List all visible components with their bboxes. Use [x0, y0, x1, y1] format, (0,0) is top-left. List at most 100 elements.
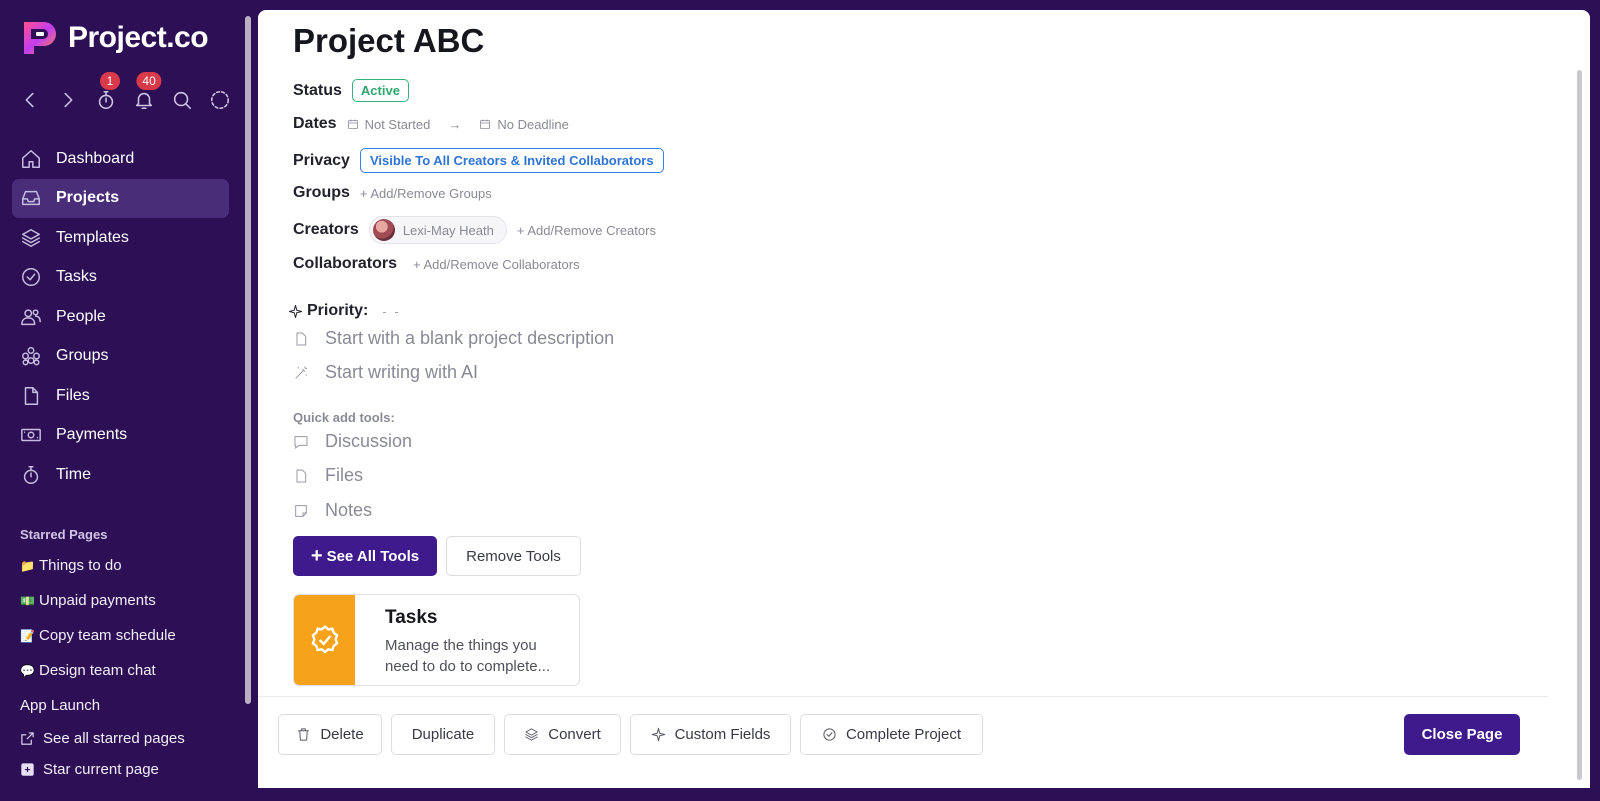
quick-tool-label: Files: [325, 465, 364, 485]
arrow-right-icon: →: [448, 116, 462, 132]
nav-item-label: Time: [56, 465, 91, 483]
quick-tool-discussion[interactable]: Discussion: [293, 431, 412, 452]
file-icon: [24, 386, 39, 405]
status-button[interactable]: [206, 86, 234, 114]
close-page-button[interactable]: Close Page: [1404, 714, 1520, 755]
collaborators-field: Collaborators + Add/Remove Collaborators: [293, 255, 580, 273]
sidebar-scrollbar[interactable]: [245, 16, 251, 704]
write-with-ai-option[interactable]: Start writing with AI: [293, 362, 478, 383]
external-link-icon: [21, 732, 34, 745]
add-remove-groups-link[interactable]: + Add/Remove Groups: [360, 186, 492, 201]
star-current-page-link[interactable]: Star current page: [20, 754, 240, 785]
priority-label: Priority:: [307, 302, 369, 319]
dates-label: Dates: [293, 115, 337, 132]
nav-item-tasks[interactable]: Tasks: [12, 258, 229, 298]
blank-description-label: Start with a blank project description: [325, 328, 615, 348]
nav-item-label: Templates: [56, 228, 129, 246]
stopwatch-icon: [98, 90, 114, 110]
layers-icon: [525, 728, 538, 741]
status-badge[interactable]: Active: [351, 79, 409, 102]
logo-icon: [24, 22, 56, 54]
nav-item-label: Dashboard: [56, 149, 135, 167]
add-remove-collaborators-link[interactable]: + Add/Remove Collaborators: [413, 257, 580, 272]
nav-item-label: Groups: [56, 347, 109, 365]
app-logo[interactable]: Project.co: [20, 18, 209, 58]
search-icon: [173, 91, 192, 110]
project-panel: Project ABC Status Active Dates Not Star…: [258, 10, 1590, 788]
note-icon: [295, 504, 307, 517]
see-all-starred-label: See all starred pages: [43, 730, 185, 747]
dashed-circle-icon: [210, 90, 230, 110]
starred-item[interactable]: 💬 Design team chat: [20, 653, 240, 688]
main-nav: Dashboard Projects Templates Tasks Peopl…: [12, 139, 229, 495]
main-scrollbar[interactable]: [1577, 70, 1582, 780]
memo-icon: 📝: [20, 628, 35, 643]
back-button[interactable]: [16, 86, 44, 114]
nav-item-templates[interactable]: Templates: [12, 218, 229, 258]
calendar-icon: [480, 119, 491, 129]
page-title[interactable]: Project ABC: [293, 22, 484, 60]
star-current-page-label: Star current page: [43, 761, 159, 778]
delete-label: Delete: [320, 726, 364, 743]
duplicate-button[interactable]: Duplicate: [391, 714, 495, 755]
notifications-badge: 40: [136, 72, 162, 90]
complete-project-button[interactable]: Complete Project: [800, 714, 983, 755]
blank-description-option[interactable]: Start with a blank project description: [293, 328, 614, 349]
starred-pages-title: Starred Pages: [20, 527, 108, 542]
priority-field[interactable]: Priority: - -: [288, 302, 401, 320]
nav-item-files[interactable]: Files: [12, 376, 229, 416]
magic-wand-icon: [295, 365, 307, 379]
see-all-tools-button[interactable]: + See All Tools: [293, 536, 437, 576]
see-all-tools-label: See All Tools: [326, 547, 420, 565]
status-label: Status: [293, 81, 342, 99]
tasks-tool-card[interactable]: Tasks Manage the things you need to do t…: [293, 594, 580, 686]
timer-button[interactable]: 1: [92, 72, 120, 114]
sidebar-toolbar: 1 40: [16, 72, 234, 114]
status-field: Status Active: [293, 79, 409, 102]
nav-item-label: Projects: [56, 189, 120, 207]
nav-item-label: Files: [56, 386, 90, 404]
check-badge-icon: [311, 625, 338, 654]
custom-fields-button[interactable]: Custom Fields: [630, 714, 791, 755]
tool-card-icon-area: [294, 595, 355, 685]
bell-icon: [135, 92, 153, 110]
nav-item-time[interactable]: Time: [12, 455, 229, 495]
collaborators-label: Collaborators: [293, 255, 398, 272]
forward-button[interactable]: [54, 86, 82, 114]
search-button[interactable]: [168, 86, 196, 114]
avatar: [372, 219, 395, 241]
start-date-picker[interactable]: Not Started: [347, 117, 430, 132]
priority-value: - -: [382, 303, 401, 319]
privacy-badge[interactable]: Visible To All Creators & Invited Collab…: [359, 148, 664, 173]
folder-icon: 📁: [20, 558, 35, 573]
notifications-button[interactable]: 40: [130, 72, 162, 114]
tool-card-description: Manage the things you need to do to comp…: [385, 637, 551, 675]
convert-button[interactable]: Convert: [504, 714, 621, 755]
quick-tool-notes[interactable]: Notes: [293, 500, 372, 521]
nav-item-payments[interactable]: Payments: [12, 416, 229, 456]
nav-item-label: Payments: [56, 426, 128, 444]
dates-field: Dates Not Started → No Deadline: [293, 115, 569, 133]
nav-item-groups[interactable]: Groups: [12, 337, 229, 377]
footer-divider: [258, 696, 1548, 697]
deadline-picker[interactable]: No Deadline: [479, 117, 569, 132]
calendar-icon: [347, 119, 358, 129]
creator-chip[interactable]: Lexi-May Heath: [368, 216, 507, 244]
starred-item[interactable]: 💵 Unpaid payments: [20, 583, 240, 618]
starred-item[interactable]: App Launch: [20, 688, 240, 723]
remove-tools-button[interactable]: Remove Tools: [446, 536, 581, 576]
quick-tool-files[interactable]: Files: [293, 465, 363, 486]
tool-card-body: Tasks Manage the things you need to do t…: [355, 595, 570, 685]
nav-item-people[interactable]: People: [12, 297, 229, 337]
see-all-starred-link[interactable]: See all starred pages: [20, 723, 240, 754]
starred-item-label: Unpaid payments: [39, 592, 156, 609]
nav-item-projects[interactable]: Projects: [12, 178, 229, 218]
starred-item[interactable]: 📁 Things to do: [20, 548, 240, 583]
file-icon: [296, 469, 307, 482]
privacy-label: Privacy: [293, 151, 350, 169]
delete-button[interactable]: Delete: [278, 714, 382, 755]
nav-item-dashboard[interactable]: Dashboard: [12, 139, 229, 179]
sparkle-icon: [289, 304, 302, 318]
add-remove-creators-link[interactable]: + Add/Remove Creators: [517, 223, 656, 238]
starred-item[interactable]: 📝 Copy team schedule: [20, 618, 240, 653]
